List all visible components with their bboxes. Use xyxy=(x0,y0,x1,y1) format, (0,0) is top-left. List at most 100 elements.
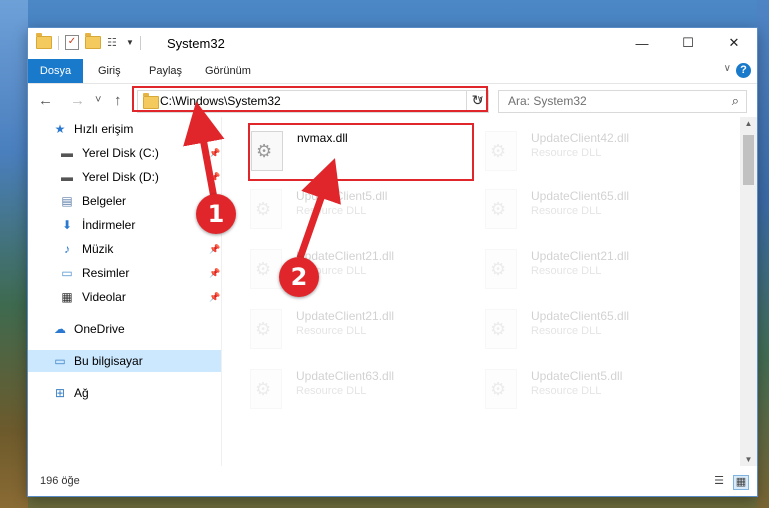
sidebar-item-label: İndirmeler xyxy=(82,218,136,232)
sidebar-item-quick-access[interactable]: ★ Hızlı erişim xyxy=(28,118,221,140)
up-button[interactable]: ↑ xyxy=(114,92,122,109)
dll-file-icon xyxy=(485,249,517,289)
sidebar-item-this-pc[interactable]: ▭ Bu bilgisayar xyxy=(28,350,221,372)
pin-icon[interactable]: 📌 xyxy=(209,262,220,284)
file-item[interactable]: UpdateClient42.dll Resource DLL xyxy=(457,123,682,177)
network-icon: ⊞ xyxy=(54,386,66,400)
file-item[interactable]: UpdateClient21.dll Resource DLL xyxy=(222,301,447,355)
dll-file-icon xyxy=(485,189,517,229)
file-item[interactable]: UpdateClient5.dll Resource DLL xyxy=(457,361,682,415)
navigation-bar: ← → ˅ ↑ C:\Windows\System32 ∨ ↻ Ara: Sys… xyxy=(28,84,757,117)
sidebar-item-pictures[interactable]: ▭ Resimler 📌 xyxy=(28,262,221,284)
pin-icon[interactable]: 📌 xyxy=(209,142,220,164)
maximize-button[interactable]: ☐ xyxy=(665,28,711,58)
details-view-icon[interactable]: ☰ xyxy=(712,475,726,488)
drive-icon: ▬ xyxy=(61,170,73,184)
computer-icon: ▭ xyxy=(54,354,66,368)
vertical-scrollbar[interactable]: ▲ ▼ xyxy=(740,117,757,466)
scroll-down-arrow-icon[interactable]: ▼ xyxy=(740,455,757,464)
expand-ribbon-chevron-icon[interactable]: ∨ xyxy=(724,63,731,74)
scroll-up-arrow-icon[interactable]: ▲ xyxy=(740,119,757,128)
videos-icon: ▦ xyxy=(61,290,73,304)
dll-file-icon xyxy=(250,249,282,289)
search-icon[interactable]: ⌕ xyxy=(732,93,739,109)
sidebar-item-downloads[interactable]: ⬇ İndirmeler 📌 xyxy=(28,214,221,236)
back-button[interactable]: ← xyxy=(38,92,53,109)
file-item[interactable]: UpdateClient65.dll Resource DLL xyxy=(457,301,682,355)
search-placeholder: Ara: System32 xyxy=(508,94,587,108)
sidebar-item-label: Belgeler xyxy=(82,194,127,208)
item-count: 196 öğe xyxy=(40,475,80,487)
file-item[interactable]: UpdateClient21.dll Resource DLL xyxy=(222,241,447,295)
window-title: System32 xyxy=(167,36,225,51)
sidebar-item-label: Yerel Disk (D:) xyxy=(82,170,159,184)
music-icon: ♪ xyxy=(64,242,70,256)
scrollbar-thumb[interactable] xyxy=(743,135,754,185)
file-item[interactable]: UpdateClient65.dll Resource DLL xyxy=(457,181,682,235)
title-bar: ✓ ☷ ▼ System32 — ☐ ✕ xyxy=(28,28,757,59)
file-type: Resource DLL xyxy=(531,325,602,337)
tab-view[interactable]: Görünüm xyxy=(205,59,251,83)
sidebar-item-label: Resimler xyxy=(82,266,130,280)
sidebar-item-label: Yerel Disk (C:) xyxy=(82,146,159,160)
chevron-down-icon[interactable]: ▼ xyxy=(126,38,134,47)
file-name: UpdateClient65.dll xyxy=(531,309,630,323)
file-highlight-box xyxy=(248,123,474,181)
file-type: Resource DLL xyxy=(531,205,602,217)
dll-file-icon xyxy=(485,131,517,171)
toolbar-divider xyxy=(58,35,59,50)
file-name: UpdateClient42.dll xyxy=(531,131,630,145)
sidebar-item-videos[interactable]: ▦ Videolar 📌 xyxy=(28,286,221,308)
sidebar-item-documents[interactable]: ▤ Belgeler 📌 xyxy=(28,190,221,212)
view-properties-icon[interactable]: ☷ xyxy=(107,37,120,49)
drive-icon: ▬ xyxy=(61,146,73,160)
file-item[interactable]: UpdateClient5.dll Resource DLL xyxy=(222,181,447,235)
dll-file-icon xyxy=(485,309,517,349)
dll-file-icon xyxy=(250,309,282,349)
cloud-icon: ☁ xyxy=(54,322,66,336)
pin-icon[interactable]: 📌 xyxy=(209,286,220,308)
sidebar-item-local-disk-d[interactable]: ▬ Yerel Disk (D:) 📌 xyxy=(28,166,221,188)
tab-share[interactable]: Paylaş xyxy=(149,59,182,83)
sidebar-item-local-disk-c[interactable]: ▬ Yerel Disk (C:) 📌 xyxy=(28,142,221,164)
close-button[interactable]: ✕ xyxy=(711,28,757,58)
window-controls: — ☐ ✕ xyxy=(619,28,757,58)
quick-access-toolbar: ✓ ☷ ▼ xyxy=(36,33,141,50)
sidebar-item-onedrive[interactable]: ☁ OneDrive xyxy=(28,318,221,340)
file-name: UpdateClient21.dll xyxy=(296,309,395,323)
sidebar-item-label: Videolar xyxy=(82,290,126,304)
file-name: UpdateClient21.dll xyxy=(531,249,630,263)
dll-file-icon xyxy=(250,189,282,229)
file-explorer-window: ✓ ☷ ▼ System32 — ☐ ✕ Dosya Giriş Paylaş … xyxy=(28,28,757,496)
pin-icon[interactable]: 📌 xyxy=(209,238,220,260)
search-input[interactable]: Ara: System32 ⌕ xyxy=(498,90,747,113)
tab-file[interactable]: Dosya xyxy=(28,59,83,83)
new-folder-icon[interactable] xyxy=(85,33,101,49)
recent-locations-button[interactable]: ˅ xyxy=(95,94,101,106)
desktop-background-right xyxy=(757,0,769,508)
pictures-icon: ▭ xyxy=(61,266,73,280)
pin-icon[interactable]: 📌 xyxy=(209,166,220,188)
minimize-button[interactable]: — xyxy=(619,28,665,58)
sidebar-item-label: Müzik xyxy=(82,242,114,256)
desktop-background-left xyxy=(0,0,28,508)
properties-check-icon[interactable]: ✓ xyxy=(65,35,79,50)
folder-icon xyxy=(36,33,52,49)
tiles-view-icon[interactable]: ▦ xyxy=(733,475,749,490)
file-name: UpdateClient5.dll xyxy=(296,189,388,203)
file-type: Resource DLL xyxy=(531,385,602,397)
forward-button[interactable]: → xyxy=(70,92,85,109)
help-icon[interactable]: ? xyxy=(736,63,751,78)
file-type: Resource DLL xyxy=(531,147,602,159)
file-item[interactable]: UpdateClient63.dll Resource DLL xyxy=(222,361,447,415)
tab-home[interactable]: Giriş xyxy=(98,59,121,83)
status-bar: 196 öğe ☰ ▦ xyxy=(28,468,757,496)
sidebar-item-network[interactable]: ⊞ Ağ xyxy=(28,382,221,404)
navigation-pane: ★ Hızlı erişim ▬ Yerel Disk (C:) 📌 ▬ Yer… xyxy=(28,117,221,466)
sidebar-item-label: OneDrive xyxy=(74,322,125,336)
ribbon-tabs: Dosya Giriş Paylaş Görünüm ∨ ? xyxy=(28,59,757,84)
sidebar-item-music[interactable]: ♪ Müzik 📌 xyxy=(28,238,221,260)
file-name: UpdateClient63.dll xyxy=(296,369,395,383)
documents-icon: ▤ xyxy=(61,194,73,208)
file-item[interactable]: UpdateClient21.dll Resource DLL xyxy=(457,241,682,295)
